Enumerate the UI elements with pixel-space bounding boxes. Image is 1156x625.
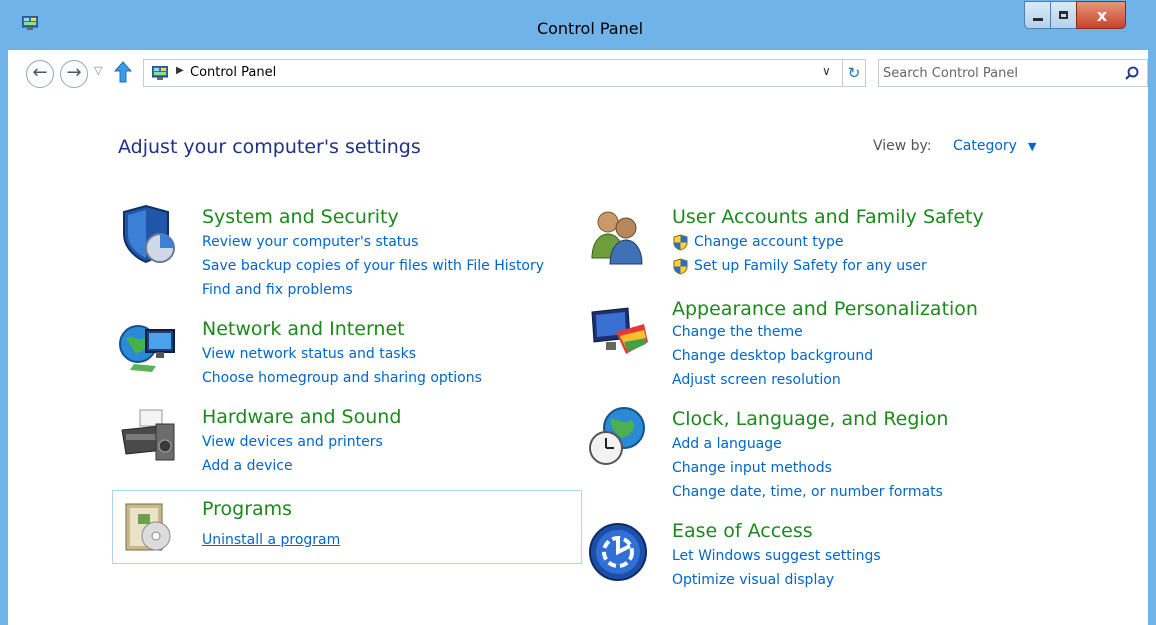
address-bar[interactable]: ▶ Control Panel ∨ <box>143 59 843 87</box>
link-change-theme[interactable]: Change the theme <box>672 324 803 340</box>
address-dropdown-button[interactable]: ∨ <box>822 64 831 78</box>
programs-icon[interactable] <box>116 494 180 558</box>
network-icon[interactable] <box>116 316 180 380</box>
forward-arrow-icon: → <box>66 62 82 83</box>
category-title-appearance[interactable]: Appearance and Personalization <box>672 298 978 320</box>
link-homegroup-sharing[interactable]: Choose homegroup and sharing options <box>202 370 482 386</box>
navigation-bar: ← → ▽ ▶ Control Panel ∨ ↻ <box>8 50 1148 102</box>
minimize-icon <box>1033 18 1043 21</box>
uac-shield-icon <box>673 258 688 275</box>
view-by-dropdown[interactable]: Category <box>953 138 1017 154</box>
link-add-language[interactable]: Add a language <box>672 436 782 452</box>
category-title-hardware-sound[interactable]: Hardware and Sound <box>202 406 401 428</box>
close-icon: x <box>1096 6 1108 25</box>
forward-button[interactable]: → <box>60 60 88 88</box>
shield-icon[interactable] <box>116 202 180 266</box>
chevron-down-icon: ▽ <box>94 64 103 77</box>
link-uninstall-program[interactable]: Uninstall a program <box>202 532 340 548</box>
category-title-network-internet[interactable]: Network and Internet <box>202 318 405 340</box>
page-title: Adjust your computer's settings <box>118 136 421 158</box>
control-panel-window: Control Panel x ← → ▽ ▶ Control Panel ∨ … <box>0 0 1156 625</box>
link-devices-printers[interactable]: View devices and printers <box>202 434 383 450</box>
category-title-ease-of-access[interactable]: Ease of Access <box>672 520 813 542</box>
category-title-clock-language[interactable]: Clock, Language, and Region <box>672 408 948 430</box>
back-arrow-icon: ← <box>32 62 48 83</box>
programs-category-highlight[interactable] <box>112 490 582 564</box>
category-title-programs[interactable]: Programs <box>202 498 292 520</box>
link-review-status[interactable]: Review your computer's status <box>202 234 418 250</box>
search-box[interactable] <box>878 59 1148 87</box>
recent-locations-button[interactable]: ▽ <box>94 64 102 77</box>
printer-icon[interactable] <box>116 402 180 466</box>
globe-clock-icon[interactable] <box>586 404 650 468</box>
link-family-safety[interactable]: Set up Family Safety for any user <box>694 258 927 274</box>
triangle-right-icon[interactable]: ▶ <box>176 65 184 76</box>
view-by-label: View by: <box>873 138 932 154</box>
monitor-palette-icon[interactable] <box>586 302 650 366</box>
link-windows-suggest[interactable]: Let Windows suggest settings <box>672 548 881 564</box>
control-panel-icon <box>152 66 168 80</box>
category-title-system-security[interactable]: System and Security <box>202 206 399 228</box>
maximize-button[interactable] <box>1050 1 1077 29</box>
refresh-icon: ↻ <box>847 64 861 82</box>
link-desktop-background[interactable]: Change desktop background <box>672 348 873 364</box>
link-screen-resolution[interactable]: Adjust screen resolution <box>672 372 841 388</box>
up-button[interactable] <box>114 61 132 83</box>
category-title-user-accounts[interactable]: User Accounts and Family Safety <box>672 206 984 228</box>
users-icon[interactable] <box>586 202 650 266</box>
link-input-methods[interactable]: Change input methods <box>672 460 832 476</box>
link-network-status[interactable]: View network status and tasks <box>202 346 416 362</box>
main-content: Adjust your computer's settings View by:… <box>8 102 1148 625</box>
caret-down-icon[interactable]: ▼ <box>1028 140 1036 153</box>
refresh-button[interactable]: ↻ <box>843 59 866 87</box>
breadcrumb-control-panel[interactable]: Control Panel <box>190 65 276 80</box>
ease-of-access-icon[interactable] <box>586 520 650 584</box>
link-change-account-type[interactable]: Change account type <box>694 234 844 250</box>
window-title: Control Panel <box>536 19 644 38</box>
link-find-fix-problems[interactable]: Find and fix problems <box>202 282 353 298</box>
back-button[interactable]: ← <box>26 60 54 88</box>
chevron-down-icon: ∨ <box>822 64 831 78</box>
link-optimize-visual[interactable]: Optimize visual display <box>672 572 834 588</box>
maximize-icon <box>1059 11 1068 19</box>
link-date-time-formats[interactable]: Change date, time, or number formats <box>672 484 943 500</box>
link-add-device[interactable]: Add a device <box>202 458 293 474</box>
minimize-button[interactable] <box>1024 1 1051 29</box>
uac-shield-icon <box>673 234 688 251</box>
close-button[interactable]: x <box>1076 1 1126 29</box>
link-file-history[interactable]: Save backup copies of your files with Fi… <box>202 258 544 274</box>
search-input[interactable] <box>883 63 1113 83</box>
search-icon[interactable] <box>1125 66 1139 80</box>
title-bar: Control Panel x <box>0 0 1156 40</box>
